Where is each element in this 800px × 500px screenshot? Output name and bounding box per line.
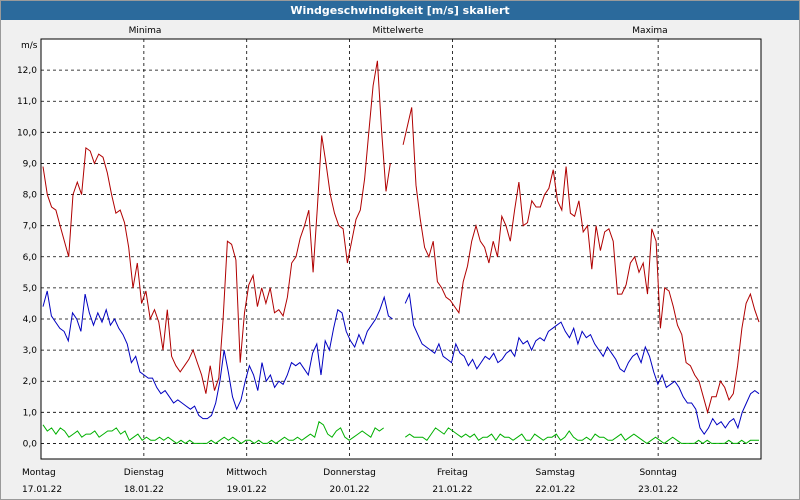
y-tick-label: 8,0: [23, 191, 38, 201]
y-tick-label: 10,0: [17, 128, 37, 138]
date-label: 22.01.22: [535, 485, 575, 495]
y-tick-label: 9,0: [23, 159, 38, 169]
y-tick-label: 0,0: [23, 439, 38, 449]
y-tick-label: 5,0: [23, 284, 38, 294]
legend-maxima: Maxima: [632, 26, 667, 36]
day-label: Mittwoch: [226, 468, 267, 478]
day-label: Sonntag: [639, 468, 676, 478]
day-label: Montag: [22, 468, 56, 478]
y-tick-label: 4,0: [23, 315, 38, 325]
y-axis-unit: m/s: [21, 41, 38, 51]
plot-area: [40, 38, 762, 460]
day-label: Freitag: [437, 468, 468, 478]
date-label: 19.01.22: [227, 485, 267, 495]
y-tick-label: 7,0: [23, 222, 38, 232]
date-label: 17.01.22: [22, 485, 62, 495]
day-label: Donnerstag: [323, 468, 376, 478]
y-tick-label: 2,0: [23, 377, 38, 387]
date-label: 23.01.22: [638, 485, 678, 495]
date-label: 20.01.22: [330, 485, 370, 495]
y-tick-label: 11,0: [17, 97, 37, 107]
date-label: 21.01.22: [432, 485, 472, 495]
day-label: Samstag: [536, 468, 575, 478]
y-tick-label: 3,0: [23, 346, 38, 356]
legend-mittelwerte: Mittelwerte: [372, 26, 423, 36]
day-label: Dienstag: [124, 468, 164, 478]
y-tick-label: 6,0: [23, 253, 38, 263]
y-tick-label: 12,0: [17, 66, 37, 76]
legend-minima: Minima: [129, 26, 162, 36]
y-tick-label: 1,0: [23, 408, 38, 418]
chart: 0,0 1,0 2,0 3,0 4,0 5,0 6,0 7,0 8,0 9,0 10,0 11,0 12…: [17, 26, 762, 495]
date-label: 18.01.22: [124, 485, 164, 495]
